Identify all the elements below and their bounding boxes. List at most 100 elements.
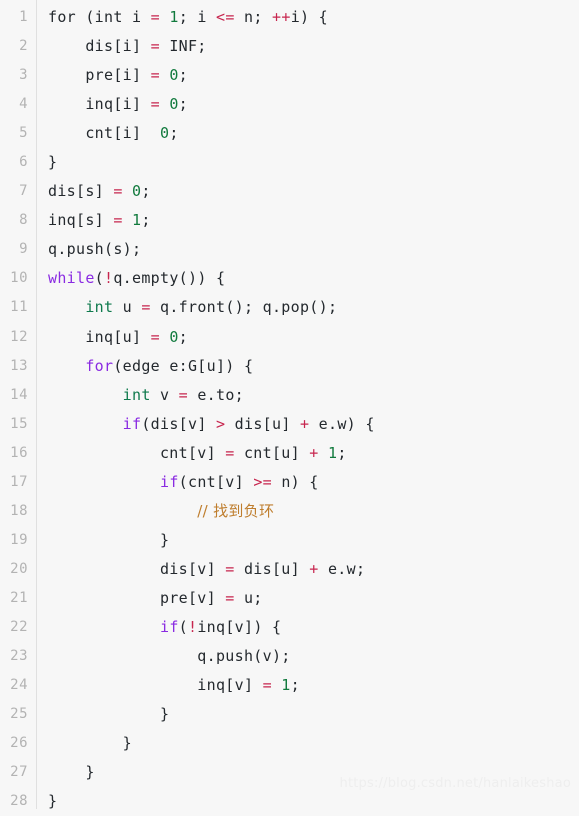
line-code[interactable]: } [48,758,95,787]
code-line[interactable]: 12 inq[u] = 0; [0,323,579,352]
line-code[interactable]: } [48,787,57,816]
code-line[interactable]: 25 } [0,700,579,729]
code-token-operator: ! [188,617,198,636]
line-code[interactable]: if(dis[v] > dis[u] + e.w) { [48,410,375,439]
line-code[interactable]: inq[i] = 0; [48,90,188,119]
code-line[interactable]: 3 pre[i] = 0; [0,61,579,90]
line-code[interactable]: int v = e.to; [48,381,244,410]
code-token-plain: } [48,705,170,724]
code-line[interactable]: 2 dis[i] = INF; [0,32,579,61]
code-line[interactable]: 9 q.push(s); [0,235,579,264]
code-token-plain: dis[v] [48,559,226,578]
line-number: 2 [19,38,28,55]
line-code[interactable]: q.push(v); [48,642,291,671]
line-number: 4 [19,96,28,113]
code-token-operator: = [225,559,235,578]
line-number: 25 [10,706,28,723]
code-token-plain: } [48,530,170,549]
code-block[interactable]: 1 for (int i = 1; i <= n; ++i) {2 dis[i] … [0,0,579,810]
code-token-plain: cnt[u] [234,443,310,462]
code-line[interactable]: 17 if(cnt[v] >= n) { [0,468,579,497]
line-code[interactable]: dis[s] = 0; [48,177,151,206]
code-token-number: 0 [132,182,142,201]
code-token-keyword: if [122,414,142,433]
line-number: 21 [10,589,28,606]
code-token-plain: ; [141,211,151,230]
code-line[interactable]: 11 int u = q.front(); q.pop(); [0,293,579,322]
code-line[interactable]: 20 dis[v] = dis[u] + e.w; [0,555,579,584]
code-token-plain: dis[s] [48,182,114,201]
code-line[interactable]: 7 dis[s] = 0; [0,177,579,206]
code-line[interactable]: 24 inq[v] = 1; [0,671,579,700]
line-code[interactable]: pre[i] = 0; [48,61,188,90]
code-token-plain: q.front(); q.pop(); [150,298,338,317]
line-code[interactable]: // 找到负环 [48,497,274,526]
code-line[interactable]: 1 for (int i = 1; i <= n; ++i) { [0,3,579,32]
code-token-plain: q.push(v); [48,647,291,666]
code-line[interactable]: 4 inq[i] = 0; [0,90,579,119]
code-token-plain: v [150,385,179,404]
line-code[interactable]: dis[v] = dis[u] + e.w; [48,555,365,584]
line-code[interactable]: inq[v] = 1; [48,671,300,700]
code-token-plain: inq[u] [48,327,151,346]
code-token-plain: inq[i] [48,95,151,114]
code-token-number: 0 [169,327,179,346]
line-code[interactable]: inq[s] = 1; [48,206,151,235]
line-code[interactable]: int u = q.front(); q.pop(); [48,293,337,322]
line-code[interactable]: cnt[v] = cnt[u] + 1; [48,439,347,468]
line-code[interactable]: } [48,700,169,729]
code-line[interactable]: 10 while(!q.empty()) { [0,264,579,293]
line-code[interactable]: pre[v] = u; [48,584,263,613]
code-line[interactable]: 26 } [0,729,579,758]
code-token-operator: = [113,211,123,230]
code-token-plain: pre[i] [48,66,151,85]
line-code[interactable]: if(!inq[v]) { [48,613,281,642]
code-token-operator: = [150,66,160,85]
code-token-number: 1 [169,8,179,26]
code-line[interactable]: 13 for(edge e:G[u]) { [0,352,579,381]
code-token-plain: ; [178,327,189,346]
line-code[interactable]: } [48,526,169,555]
code-token-plain: ; [178,66,189,85]
code-line[interactable]: 8 inq[s] = 1; [0,206,579,235]
code-line[interactable]: 19 } [0,526,579,555]
code-token-operator: + [309,443,319,462]
code-token-operator: = [113,182,123,201]
code-token-operator: = [178,385,188,404]
code-token-number: 1 [132,211,142,230]
code-line[interactable]: 22 if(!inq[v]) { [0,613,579,642]
line-code[interactable]: q.push(s); [48,235,141,264]
code-token-operator: ++ [272,8,291,26]
line-code[interactable]: for (int i = 1; i <= n; ++i) { [48,3,328,32]
line-code[interactable]: while(!q.empty()) { [48,264,225,293]
line-number: 18 [10,502,28,519]
code-line[interactable]: 21 pre[v] = u; [0,584,579,613]
line-code[interactable]: } [48,148,57,177]
code-line[interactable]: 18 // 找到负环 [0,497,579,526]
code-line[interactable]: 5 cnt[i] 0; [0,119,579,148]
code-token-operator: = [225,443,235,462]
code-token-plain: dis[i] [48,37,151,56]
line-code[interactable]: for(edge e:G[u]) { [48,352,253,381]
line-code[interactable]: cnt[i] 0; [48,119,179,148]
code-line[interactable]: 16 cnt[v] = cnt[u] + 1; [0,439,579,468]
code-token-operator: + [299,414,310,433]
code-token-plain: ; [169,124,179,143]
code-line[interactable]: 15 if(dis[v] > dis[u] + e.w) { [0,410,579,439]
code-token-keyword: if [159,617,179,636]
line-code[interactable]: if(cnt[v] >= n) { [48,468,319,497]
code-token-keyword: if [159,472,179,491]
code-token-plain: e.w; [318,559,366,578]
code-line[interactable]: 23 q.push(v); [0,642,579,671]
code-line[interactable]: 6} [0,148,579,177]
line-code[interactable]: dis[i] = INF; [48,32,207,61]
line-code[interactable]: } [48,729,132,758]
code-line[interactable]: 14 int v = e.to; [0,381,579,410]
line-code[interactable]: inq[u] = 0; [48,323,188,352]
code-line[interactable]: 28} [0,787,579,816]
